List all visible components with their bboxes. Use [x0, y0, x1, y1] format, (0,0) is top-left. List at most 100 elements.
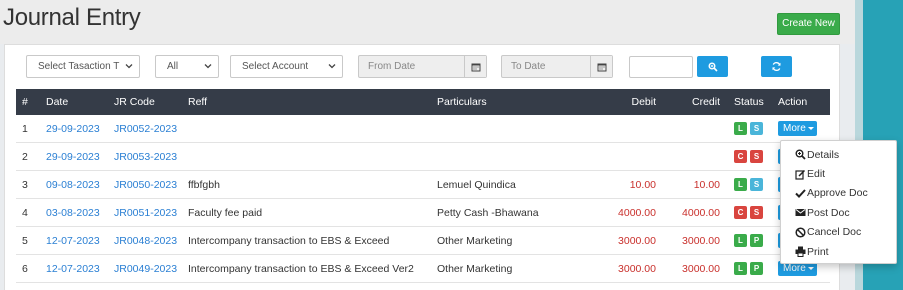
- row-debit: [576, 143, 656, 170]
- status-select[interactable]: All: [155, 55, 219, 78]
- table-row: 2 29-09-2023 JR0053-2023 C S: [16, 143, 830, 171]
- menu-item-label: Edit: [807, 168, 826, 181]
- calendar-icon[interactable]: [464, 56, 486, 77]
- row-reff: Intercompany transaction to EBS & Exceed: [188, 234, 390, 247]
- status-badge-s: S: [750, 206, 763, 219]
- status-badge-l: L: [734, 178, 747, 191]
- row-code-link[interactable]: JR0048-2023: [114, 227, 184, 254]
- row-date-link[interactable]: 29-09-2023: [46, 143, 106, 170]
- menu-item-approve-doc[interactable]: Approve Doc: [781, 184, 896, 203]
- status-badge-s: S: [750, 178, 763, 191]
- status-badge-p: P: [750, 262, 763, 275]
- column-header: Date: [46, 96, 69, 108]
- chevron-down-icon: [125, 64, 133, 69]
- menu-item-details[interactable]: Details: [781, 145, 896, 164]
- search-button[interactable]: [697, 56, 728, 77]
- table-row: 4 03-08-2023 JR0051-2023 Faculty fee pai…: [16, 199, 830, 227]
- row-credit: [656, 115, 720, 142]
- caret-down-icon: [808, 127, 814, 130]
- search-input[interactable]: [629, 56, 693, 78]
- refresh-button[interactable]: [761, 56, 792, 77]
- table-row: 5 12-07-2023 JR0048-2023 Intercompany tr…: [16, 227, 830, 255]
- row-debit: [576, 115, 656, 142]
- column-header: #: [22, 96, 28, 108]
- status-badge-c: C: [734, 150, 747, 163]
- check-icon: [795, 188, 806, 199]
- menu-item-print[interactable]: Print: [781, 242, 896, 261]
- table-row: 3 09-08-2023 JR0050-2023 ffbfgbh Lemuel …: [16, 171, 830, 199]
- status-value: All: [167, 61, 179, 72]
- row-code-link[interactable]: JR0052-2023: [114, 115, 184, 142]
- edit-icon: [795, 169, 806, 180]
- table-header: # Date JR Code Reff Particulars Debit Cr…: [16, 89, 830, 115]
- row-credit: 10.00: [693, 178, 720, 191]
- menu-item-label: Details: [807, 148, 840, 161]
- transaction-type-value: Select Tasaction T: [38, 61, 120, 72]
- caret-down-icon: [808, 267, 814, 270]
- row-date-link[interactable]: 29-09-2023: [46, 115, 106, 142]
- status-badge-l: L: [734, 122, 747, 135]
- create-new-button[interactable]: Create New: [777, 13, 840, 35]
- row-code-link[interactable]: JR0049-2023: [114, 255, 184, 282]
- from-date-field[interactable]: From Date: [358, 55, 487, 78]
- from-date-placeholder: From Date: [368, 61, 416, 72]
- row-credit: 4000.00: [682, 206, 720, 219]
- column-header: Reff: [188, 96, 208, 108]
- row-number: 1: [22, 122, 28, 135]
- row-date-link[interactable]: 09-08-2023: [46, 171, 106, 198]
- more-label: More: [783, 123, 806, 134]
- row-status: L P: [734, 255, 774, 282]
- ban-icon: [795, 227, 806, 238]
- print-icon: [795, 246, 806, 258]
- row-number: 3: [22, 178, 28, 191]
- row-reff: [188, 143, 428, 170]
- account-select[interactable]: Select Account: [230, 55, 343, 78]
- column-header: JR Code: [114, 96, 155, 108]
- row-status: L S: [734, 115, 774, 142]
- menu-item-label: Print: [807, 245, 829, 258]
- search-icon: [708, 62, 718, 72]
- journal-table: # Date JR Code Reff Particulars Debit Cr…: [16, 89, 830, 283]
- zoom-in-icon: [795, 149, 806, 160]
- menu-item-edit[interactable]: Edit: [781, 164, 896, 183]
- menu-item-label: Approve Doc: [807, 187, 868, 200]
- row-date-link[interactable]: 03-08-2023: [46, 199, 106, 226]
- menu-item-label: Cancel Doc: [807, 226, 862, 239]
- row-code-link[interactable]: JR0051-2023: [114, 199, 184, 226]
- row-reff: Faculty fee paid: [188, 206, 263, 219]
- to-date-placeholder: To Date: [511, 61, 546, 72]
- row-debit: 10.00: [629, 178, 656, 191]
- page-header: Journal Entry Create New: [0, 0, 855, 44]
- row-status: L P: [734, 227, 774, 254]
- column-header: Status: [734, 96, 764, 108]
- transaction-type-select[interactable]: Select Tasaction T: [26, 55, 140, 78]
- status-badge-s: S: [750, 150, 763, 163]
- row-number: 6: [22, 262, 28, 275]
- row-debit: 3000.00: [618, 262, 656, 275]
- menu-item-post-doc[interactable]: Post Doc: [781, 203, 896, 222]
- calendar-icon[interactable]: [590, 56, 612, 77]
- row-status: L S: [734, 171, 774, 198]
- row-debit: 3000.00: [618, 234, 656, 247]
- account-value: Select Account: [242, 61, 309, 72]
- row-date-link[interactable]: 12-07-2023: [46, 227, 106, 254]
- row-reff: Intercompany transaction to EBS & Exceed…: [188, 262, 414, 275]
- row-reff: ffbfgbh: [188, 178, 220, 191]
- column-header: Debit: [631, 96, 656, 108]
- page-title: Journal Entry: [3, 4, 141, 31]
- table-row: 1 29-09-2023 JR0052-2023 L S More: [16, 115, 830, 143]
- envelope-icon: [795, 207, 806, 218]
- more-button[interactable]: More: [778, 121, 817, 136]
- row-credit: [656, 143, 720, 170]
- menu-item-label: Post Doc: [807, 206, 850, 219]
- row-date-link[interactable]: 12-07-2023: [46, 255, 106, 282]
- row-code-link[interactable]: JR0050-2023: [114, 171, 184, 198]
- row-number: 4: [22, 206, 28, 219]
- refresh-icon: [772, 62, 781, 71]
- status-badge-s: S: [750, 122, 763, 135]
- row-code-link[interactable]: JR0053-2023: [114, 143, 184, 170]
- row-number: 5: [22, 234, 28, 247]
- to-date-field[interactable]: To Date: [501, 55, 613, 78]
- column-header: Action: [778, 96, 808, 108]
- menu-item-cancel-doc[interactable]: Cancel Doc: [781, 223, 896, 242]
